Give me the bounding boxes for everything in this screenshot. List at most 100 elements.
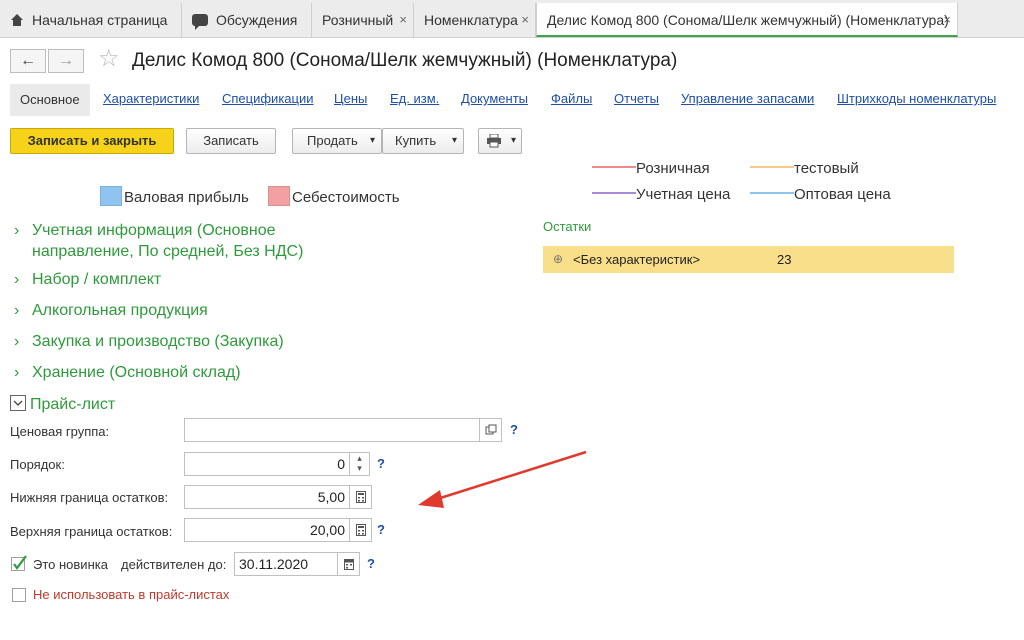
forward-button[interactable]: → xyxy=(48,49,84,73)
legend-label: Себестоимость xyxy=(292,189,400,206)
help-icon[interactable]: ? xyxy=(377,522,385,537)
new-item-label: Это новинка xyxy=(33,557,108,572)
close-icon[interactable]: × xyxy=(943,3,951,35)
save-and-close-button[interactable]: Записать и закрыть xyxy=(10,128,174,154)
chevron-right-icon: › xyxy=(14,222,20,239)
legend-gross-profit: Валовая прибыль xyxy=(100,186,249,206)
calculator-icon[interactable] xyxy=(350,518,372,542)
group-label: Алкогольная продукция xyxy=(32,302,208,319)
close-icon[interactable]: × xyxy=(399,3,407,37)
tab-label: Обсуждения xyxy=(216,12,298,28)
stock-row-label: <Без характеристик> xyxy=(573,252,701,267)
page-title: Делис Комод 800 (Сонома/Шелк жемчужный) … xyxy=(132,50,678,71)
open-icon[interactable] xyxy=(480,418,502,442)
valid-until-label: действителен до: xyxy=(121,557,227,572)
tab-home[interactable]: Начальная страница xyxy=(0,3,182,37)
home-icon xyxy=(10,14,24,26)
chevron-right-icon: › xyxy=(14,364,20,381)
calculator-icon[interactable] xyxy=(350,485,372,509)
legend-label: Учетная цена xyxy=(636,186,731,203)
help-icon[interactable]: ? xyxy=(377,456,385,471)
tab-nomenclature[interactable]: Номенклатура × xyxy=(414,3,536,37)
section-documents[interactable]: Документы xyxy=(461,91,528,106)
close-icon[interactable]: × xyxy=(521,3,529,37)
help-icon[interactable]: ? xyxy=(510,422,518,437)
not-use-label: Не использовать в прайс-листах xyxy=(33,587,230,602)
legend-retail: Розничная xyxy=(592,160,710,177)
legend-line xyxy=(750,192,794,194)
save-button[interactable]: Записать xyxy=(186,128,276,154)
sell-button[interactable]: Продать ▾ xyxy=(292,128,382,154)
chevron-right-icon: › xyxy=(14,271,20,288)
tab-current-item[interactable]: Делис Комод 800 (Сонома/Шелк жемчужный) … xyxy=(536,3,958,37)
upper-bound-field[interactable]: 20,00 xyxy=(184,518,350,542)
legend-line xyxy=(592,166,636,168)
section-prices[interactable]: Цены xyxy=(334,91,367,106)
tab-discussions[interactable]: Обсуждения xyxy=(182,3,312,37)
section-barcodes[interactable]: Штрихкоды номенклатуры xyxy=(837,91,996,106)
chevron-right-icon: › xyxy=(14,302,20,319)
section-units[interactable]: Ед. изм. xyxy=(390,91,439,106)
calendar-icon[interactable] xyxy=(338,552,360,576)
tab-label: Розничный xyxy=(322,12,394,28)
not-use-checkbox[interactable] xyxy=(12,588,26,602)
legend-accounting-price: Учетная цена xyxy=(592,186,730,203)
section-main[interactable]: Основное xyxy=(10,84,90,116)
legend-label: Валовая прибыль xyxy=(124,189,249,206)
legend-wholesale-price: Оптовая цена xyxy=(750,186,891,203)
tab-label: Делис Комод 800 (Сонома/Шелк жемчужный) … xyxy=(547,12,949,28)
print-button[interactable]: ▾ xyxy=(478,128,522,154)
section-nav: Основное Характеристики Спецификации Цен… xyxy=(10,84,1024,116)
dropdown-arrow-icon: ▾ xyxy=(451,135,457,146)
stepper-icon[interactable]: ▴ ▾ xyxy=(350,452,370,476)
printer-icon xyxy=(487,134,501,148)
tab-retail[interactable]: Розничный × xyxy=(312,3,414,37)
chevron-down-icon xyxy=(10,395,26,411)
section-reports[interactable]: Отчеты xyxy=(614,91,659,106)
price-group-label: Ценовая группа: xyxy=(10,424,110,439)
valid-until-field[interactable]: 30.11.2020 xyxy=(234,552,338,576)
legend-test: тестовый xyxy=(750,160,859,177)
buy-label: Купить xyxy=(395,133,437,148)
tab-label: Номенклатура xyxy=(424,12,518,28)
section-stock-management[interactable]: Управление запасами xyxy=(681,91,814,106)
group-set[interactable]: › Набор / комплект xyxy=(14,271,161,289)
back-button[interactable]: ← xyxy=(10,49,46,73)
group-label: Хранение (Основной склад) xyxy=(32,364,241,381)
group-purchase[interactable]: › Закупка и производство (Закупка) xyxy=(14,333,284,351)
group-pricelist[interactable]: Прайс-лист xyxy=(10,395,115,414)
section-files[interactable]: Файлы xyxy=(551,91,592,106)
help-icon[interactable]: ? xyxy=(367,556,375,571)
group-storage[interactable]: › Хранение (Основной склад) xyxy=(14,364,241,382)
group-label: Учетная информация (Основное xyxy=(32,222,276,239)
price-group-field[interactable] xyxy=(184,418,480,442)
stock-row[interactable]: ⊕ <Без характеристик> 23 xyxy=(543,246,954,273)
legend-label: Оптовая цена xyxy=(794,186,891,203)
legend-label: тестовый xyxy=(794,160,859,177)
lower-bound-field[interactable]: 5,00 xyxy=(184,485,350,509)
legend-swatch xyxy=(100,186,122,206)
stock-row-value: 23 xyxy=(777,252,792,267)
favorite-star-icon[interactable]: ☆ xyxy=(98,44,120,73)
tab-bar: Начальная страница Обсуждения Розничный ×… xyxy=(0,0,1024,38)
legend-line xyxy=(592,192,636,194)
group-accounting-info[interactable]: › Учетная информация (Основное направлени… xyxy=(14,220,303,262)
group-alcohol[interactable]: › Алкогольная продукция xyxy=(14,302,208,320)
legend-label: Розничная xyxy=(636,160,710,177)
new-item-checkbox[interactable] xyxy=(11,555,27,571)
section-characteristics[interactable]: Характеристики xyxy=(103,91,199,106)
dropdown-arrow-icon: ▾ xyxy=(369,135,375,146)
expand-icon[interactable]: ⊕ xyxy=(553,246,563,273)
stock-title: Остатки xyxy=(543,219,592,234)
order-label: Порядок: xyxy=(10,457,65,472)
legend-swatch xyxy=(268,186,290,206)
title-bar: ← → ☆ Делис Комод 800 (Сонома/Шелк жемчу… xyxy=(8,44,1008,76)
order-field[interactable]: 0 xyxy=(184,452,350,476)
lower-bound-label: Нижняя граница остатков: xyxy=(10,490,169,505)
toolbar: Записать и закрыть Записать Продать ▾ Ку… xyxy=(10,128,610,156)
legend-cost: Себестоимость xyxy=(268,186,400,206)
buy-button[interactable]: Купить ▾ xyxy=(382,128,464,154)
section-specifications[interactable]: Спецификации xyxy=(222,91,314,106)
tab-label: Начальная страница xyxy=(32,12,168,28)
group-label: Закупка и производство (Закупка) xyxy=(32,333,284,350)
